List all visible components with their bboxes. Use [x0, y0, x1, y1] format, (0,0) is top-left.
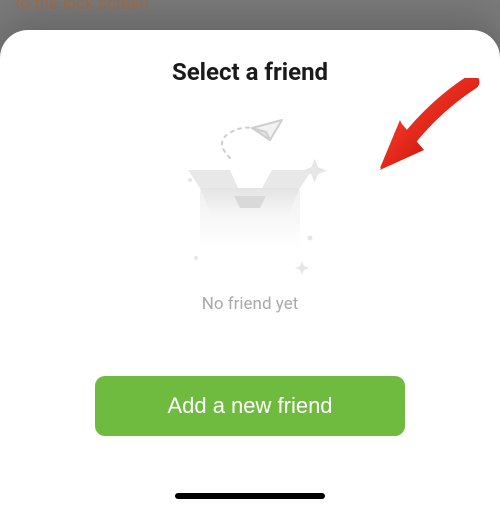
friend-select-sheet: Select a friend: [0, 30, 500, 509]
home-indicator[interactable]: [175, 493, 325, 499]
empty-state-caption: No friend yet: [202, 294, 299, 314]
empty-inbox-icon: [160, 118, 340, 288]
empty-state: No friend yet: [160, 118, 340, 314]
background-partial-text: to the lock screen: [15, 0, 149, 14]
add-friend-button[interactable]: Add a new friend: [95, 376, 405, 436]
sheet-title: Select a friend: [172, 58, 328, 86]
